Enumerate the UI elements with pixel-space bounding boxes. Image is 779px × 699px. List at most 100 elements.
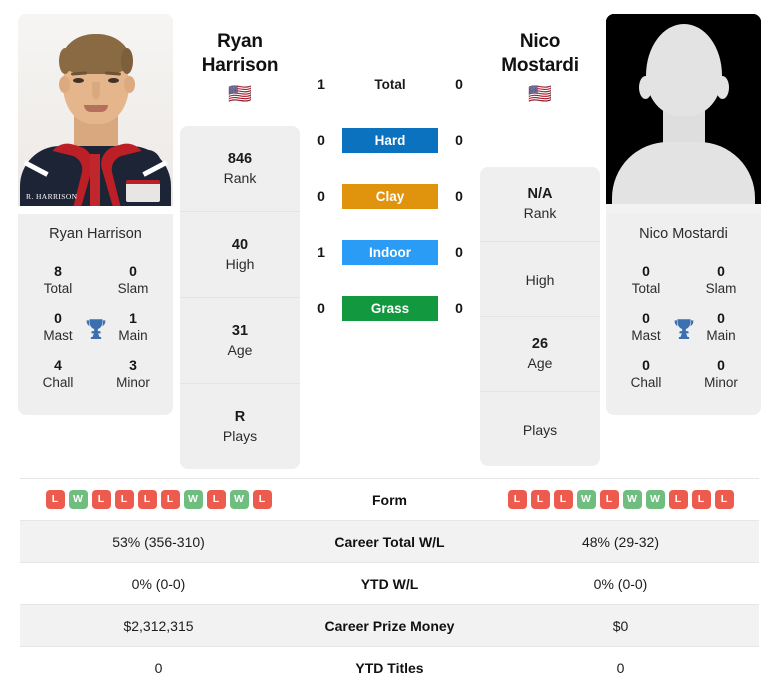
player-card-right[interactable]: Nico Mostardi 0 Total 0 Slam 0 Mast 0 Ma… — [606, 14, 761, 415]
surface-left-count-clay: 0 — [317, 188, 325, 204]
comparison-table: LWLLLLWLWL Form LLLWLWWLLL 53% (356-310)… — [20, 478, 759, 688]
stat-main-left: 1 Main — [118, 310, 148, 343]
trophy-icon — [674, 319, 693, 339]
player-last-name-right: Mostardi — [501, 55, 579, 76]
stat-chall-right: 0 Chall — [630, 357, 662, 390]
form-badges-right: LLLWLWWLLL — [482, 490, 759, 509]
surface-right-count-hard: 0 — [455, 132, 463, 148]
form-badge-l: L — [252, 490, 272, 509]
surface-label-clay: Clay — [342, 183, 438, 209]
table-row-ytd-titles: 0 YTD Titles 0 — [20, 646, 759, 689]
form-badge-l: L — [714, 490, 734, 509]
career-prize-money-left: $2,312,315 — [20, 604, 297, 647]
table-row-career-prize-money: $2,312,315 Career Prize Money $0 — [20, 604, 759, 647]
form-badge-w: W — [68, 490, 88, 509]
player-photo-left: R. HARRISON — [18, 14, 173, 214]
info-age-right: 26 Age — [480, 317, 600, 392]
info-card-right: N/A Rank High 26 Age Plays — [480, 167, 600, 466]
career-prize-money-right: $0 — [482, 604, 759, 647]
table-row-form: LWLLLLWLWL Form LLLWLWWLLL — [20, 478, 759, 521]
table-label-career-total-wl: Career Total W/L — [297, 520, 482, 563]
stat-main-right: 0 Main — [706, 310, 736, 343]
player-name-left: Ryan Harrison — [49, 226, 142, 242]
player-card-left[interactable]: R. HARRISON Ryan Harrison 8 Total 0 Slam — [18, 14, 173, 415]
ytd-titles-right: 0 — [616, 659, 625, 676]
info-card-left: 846 Rank 40 High 31 Age R Plays — [180, 126, 300, 469]
table-row-ytd-wl: 0% (0-0) YTD W/L 0% (0-0) — [20, 562, 759, 605]
surface-left-count-hard: 0 — [317, 132, 325, 148]
form-badge-w: W — [183, 490, 203, 509]
stat-slam-right: 0 Slam — [705, 263, 737, 296]
form-badge-l: L — [668, 490, 688, 509]
surface-label-grass: Grass — [342, 295, 438, 321]
surface-right-count-total: 0 — [455, 76, 463, 92]
player-name-block-right: Nico Mostardi 🇺🇸 — [478, 30, 602, 105]
player-last-name-left: Harrison — [201, 55, 279, 76]
table-label-career-prize-money: Career Prize Money — [297, 604, 482, 647]
player-first-name-left: Ryan — [217, 31, 263, 52]
stat-total-left: 8 Total — [43, 263, 73, 296]
form-badge-w: W — [576, 490, 596, 509]
surface-left-count-grass: 0 — [317, 300, 325, 316]
form-badge-l: L — [691, 490, 711, 509]
surface-label-hard: Hard — [342, 127, 438, 153]
form-badge-w: W — [229, 490, 249, 509]
info-rank-left: 846 Rank — [180, 126, 300, 212]
surface-row-total: 1 Total 0 — [310, 56, 470, 112]
player-comparison-header: R. HARRISON Ryan Harrison 8 Total 0 Slam — [0, 0, 779, 472]
table-label-ytd-wl: YTD W/L — [360, 575, 419, 592]
table-label-form: Form — [372, 491, 407, 508]
info-high-right: High — [480, 242, 600, 317]
form-badge-l: L — [114, 490, 134, 509]
ytd-wl-left: 0% (0-0) — [131, 575, 186, 592]
info-high-left: 40 High — [180, 212, 300, 298]
stat-slam-left: 0 Slam — [117, 263, 149, 296]
surface-label-indoor: Indoor — [342, 239, 438, 265]
titles-card-right: 0 Total 0 Slam 0 Mast 0 Main 0 Chall 0 M… — [606, 254, 761, 415]
form-badge-w: W — [645, 490, 665, 509]
surface-row-clay: 0 Clay 0 — [310, 168, 470, 224]
surface-left-count-total: 1 — [317, 76, 325, 92]
stat-minor-left: 3 Minor — [116, 357, 150, 390]
surface-label-total: Total — [374, 76, 406, 92]
form-badge-l: L — [160, 490, 180, 509]
form-badge-l: L — [206, 490, 226, 509]
ytd-titles-left: 0 — [154, 659, 163, 676]
info-plays-right: Plays — [522, 421, 558, 438]
info-rank-right: N/A Rank — [480, 167, 600, 242]
form-badge-l: L — [507, 490, 527, 509]
surface-right-count-indoor: 0 — [455, 244, 463, 260]
info-plays-left: R Plays — [222, 408, 258, 444]
form-badge-l: L — [599, 490, 619, 509]
form-cell-right: LLLWLWWLLL — [482, 479, 759, 521]
table-label-ytd-titles: YTD Titles — [355, 659, 424, 676]
table-row-career-total-wl: 53% (356-310) Career Total W/L 48% (29-3… — [20, 520, 759, 563]
surface-titles-column: 1 Total 0 0 Hard 0 0 Clay 0 1 Indoor 0 0… — [310, 56, 470, 336]
surface-right-count-grass: 0 — [455, 300, 463, 316]
stat-chall-left: 4 Chall — [42, 357, 74, 390]
form-badge-l: L — [137, 490, 157, 509]
surface-row-grass: 0 Grass 0 — [310, 280, 470, 336]
form-badge-w: W — [622, 490, 642, 509]
career-total-wl-right: 48% (29-32) — [482, 520, 759, 563]
jacket-name-text: R. HARRISON — [26, 192, 78, 201]
usa-flag-icon-left: 🇺🇸 — [228, 84, 252, 105]
surface-right-count-clay: 0 — [455, 188, 463, 204]
form-badge-l: L — [530, 490, 550, 509]
usa-flag-icon-right: 🇺🇸 — [528, 84, 552, 105]
player-name-right: Nico Mostardi — [639, 226, 728, 242]
surface-left-count-indoor: 1 — [317, 244, 325, 260]
surface-row-indoor: 1 Indoor 0 — [310, 224, 470, 280]
stat-total-right: 0 Total — [631, 263, 661, 296]
player-first-name-right: Nico — [519, 31, 561, 52]
titles-card-left: 8 Total 0 Slam 0 Mast 1 Main 4 Chall 3 M… — [18, 254, 173, 415]
stat-minor-right: 0 Minor — [704, 357, 738, 390]
ytd-wl-right: 0% (0-0) — [593, 575, 648, 592]
player-photo-right — [606, 14, 761, 214]
form-badge-l: L — [91, 490, 111, 509]
stat-mast-right: 0 Mast — [631, 310, 661, 343]
surface-row-hard: 0 Hard 0 — [310, 112, 470, 168]
form-badges-left: LWLLLLWLWL — [20, 490, 297, 509]
player-name-block-left: Ryan Harrison 🇺🇸 — [178, 30, 302, 105]
form-badge-l: L — [45, 490, 65, 509]
